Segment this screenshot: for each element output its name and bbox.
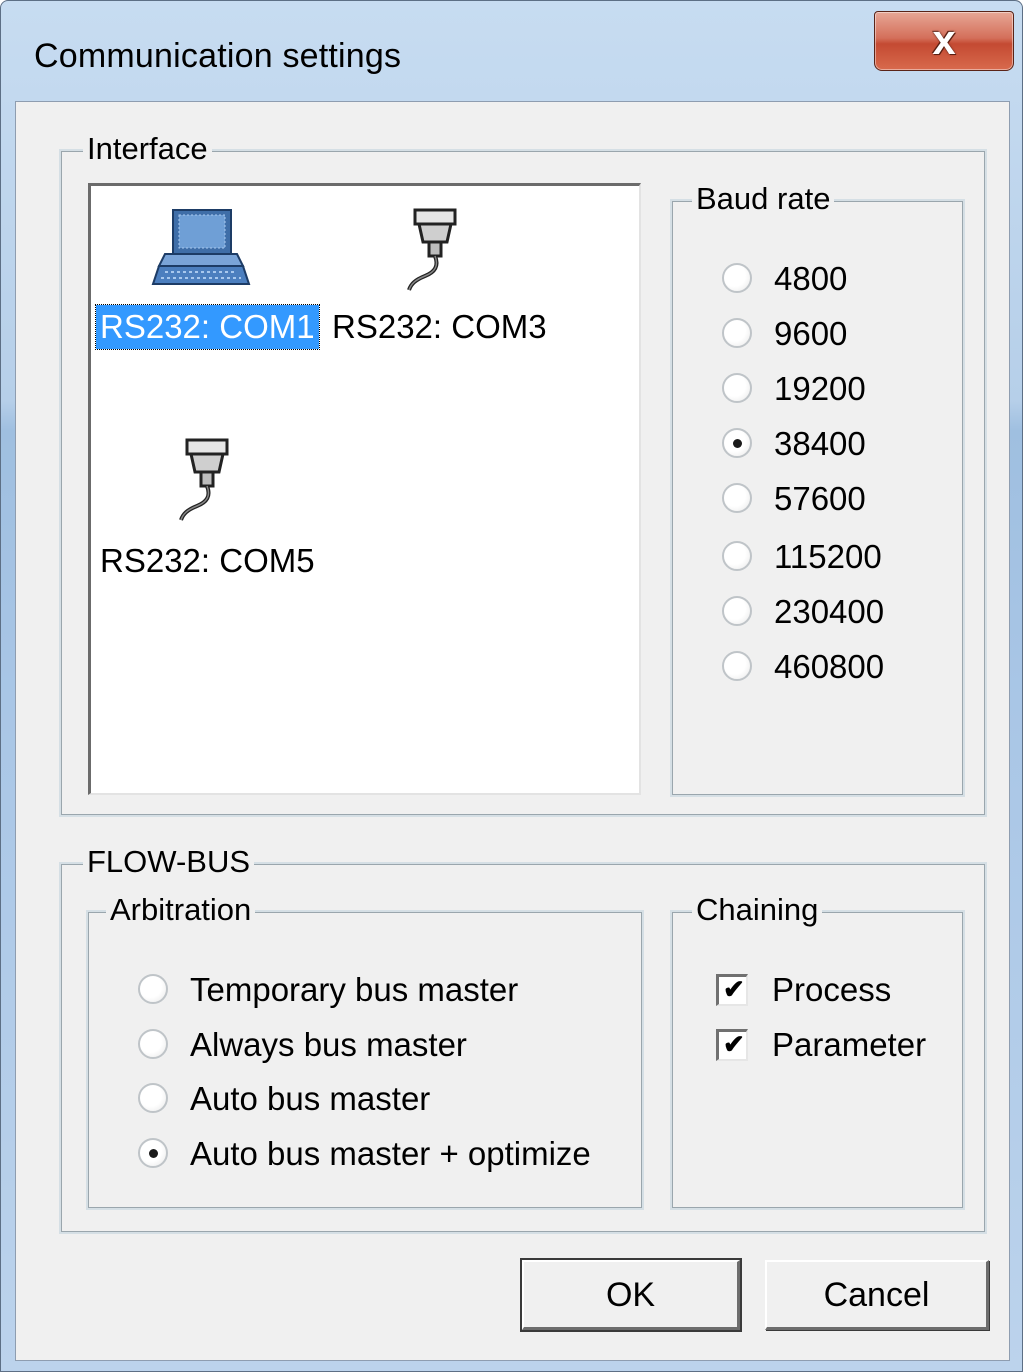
radio-button-selected[interactable] — [138, 1138, 168, 1168]
interface-item-com1[interactable]: RS232: COM1 — [91, 186, 331, 356]
radio-button[interactable] — [722, 596, 752, 626]
radio-label: Auto bus master — [190, 1080, 431, 1117]
serial-cable-icon — [177, 438, 237, 522]
checkbox[interactable]: ✔ — [716, 1029, 748, 1061]
interface-group: Interface RS232: COM1 RS232: COM3 RS232:… — [59, 129, 987, 817]
radio-label: 115200 — [774, 538, 882, 575]
baud-rate-group-label: Baud rate — [692, 179, 835, 219]
chaining-group: Chaining ✔ Process ✔ Parameter — [670, 890, 965, 1210]
radio-button[interactable] — [722, 651, 752, 681]
radio-label: Auto bus master + optimize — [190, 1135, 591, 1172]
checkbox-label: Process — [772, 971, 892, 1008]
radio-label: 9600 — [774, 315, 848, 352]
ok-button[interactable]: OK — [520, 1258, 742, 1332]
arbitration-group: Arbitration Temporary bus master Always … — [86, 890, 644, 1210]
radio-button[interactable] — [722, 318, 752, 348]
baud-rate-group: Baud rate 4800 9600 19200 38400 57600 11… — [670, 179, 965, 797]
radio-button-selected[interactable] — [722, 428, 752, 458]
radio-button[interactable] — [722, 541, 752, 571]
radio-label: 4800 — [774, 260, 848, 297]
radio-button[interactable] — [722, 373, 752, 403]
interface-group-label: Interface — [83, 129, 212, 169]
radio-label: Temporary bus master — [190, 971, 519, 1008]
dialog-window: Communication settings x Interface RS232… — [0, 0, 1023, 1372]
radio-label: 19200 — [774, 370, 866, 407]
radio-label: Always bus master — [190, 1026, 467, 1063]
checkbox-label: Parameter — [772, 1026, 927, 1063]
arbitration-group-label: Arbitration — [106, 890, 256, 930]
radio-button[interactable] — [138, 1083, 168, 1113]
radio-button[interactable] — [138, 1029, 168, 1059]
radio-label: 230400 — [774, 593, 885, 630]
flowbus-group-label: FLOW-BUS — [83, 842, 255, 882]
interface-item-com5[interactable]: RS232: COM5 — [91, 416, 331, 586]
title-bar[interactable]: Communication settings x — [1, 1, 1022, 101]
radio-label: 57600 — [774, 480, 866, 517]
radio-label: 38400 — [774, 425, 866, 462]
interface-item-label: RS232: COM3 — [332, 308, 547, 345]
checkmark-icon: ✔ — [723, 1029, 745, 1059]
dialog-client-area: Interface RS232: COM1 RS232: COM3 RS232:… — [15, 101, 1010, 1361]
close-icon: x — [932, 16, 956, 63]
radio-button[interactable] — [722, 483, 752, 513]
radio-button[interactable] — [138, 974, 168, 1004]
flowbus-group: FLOW-BUS Arbitration Temporary bus maste… — [59, 842, 987, 1234]
checkmark-icon: ✔ — [723, 974, 745, 1004]
cancel-button[interactable]: Cancel — [765, 1260, 989, 1330]
interface-item-label: RS232: COM1 — [95, 304, 320, 350]
interface-item-com3[interactable]: RS232: COM3 — [327, 186, 567, 356]
checkbox[interactable]: ✔ — [716, 974, 748, 1006]
radio-button[interactable] — [722, 263, 752, 293]
computer-icon — [151, 206, 251, 290]
interface-item-label: RS232: COM5 — [100, 542, 315, 579]
close-button[interactable]: x — [874, 11, 1014, 71]
serial-cable-icon — [405, 208, 465, 292]
window-title: Communication settings — [34, 37, 402, 75]
radio-label: 460800 — [774, 648, 885, 685]
interface-list[interactable]: RS232: COM1 RS232: COM3 RS232: COM5 — [88, 183, 641, 795]
chaining-group-label: Chaining — [692, 890, 823, 930]
